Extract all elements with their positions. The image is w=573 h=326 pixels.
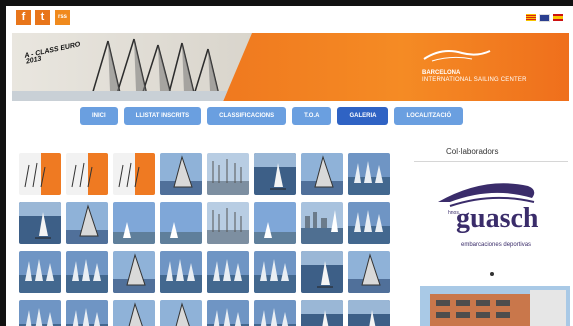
gallery-thumbnail[interactable] (19, 202, 61, 244)
gallery-thumbnail[interactable] (19, 153, 61, 195)
gallery-thumbnail[interactable] (207, 300, 249, 326)
sponsor-name[interactable]: guasch (456, 203, 538, 235)
gallery-thumbnail[interactable] (160, 202, 202, 244)
nav-localitzaci[interactable]: LOCALITZACIÓ (394, 107, 464, 125)
gallery-thumbnail[interactable] (160, 153, 202, 195)
page: f t rss A - CLASS EURO 2013 BARCELONA IN… (6, 6, 573, 326)
logo-line1: BARCELONA (422, 70, 461, 76)
banner-photo: A - CLASS EURO 2013 (12, 33, 252, 101)
gallery-thumbnail[interactable] (66, 300, 108, 326)
gallery-thumbnail[interactable] (113, 202, 155, 244)
rss-icon[interactable]: rss (55, 10, 70, 25)
spanish-flag-icon[interactable] (553, 14, 563, 21)
gallery-thumbnail[interactable] (301, 300, 343, 326)
sailing-center-logo-icon (423, 50, 491, 62)
gallery-thumbnail[interactable] (254, 202, 296, 244)
gallery-thumbnail[interactable] (113, 153, 155, 195)
nav-llistat-inscrits[interactable]: LLISTAT INSCRITS (123, 107, 202, 125)
gallery-thumbnail[interactable] (66, 251, 108, 293)
nav-inici[interactable]: INICI (80, 107, 118, 125)
language-flags (526, 14, 563, 22)
gallery-thumbnail[interactable] (160, 300, 202, 326)
carousel-dot[interactable] (490, 272, 494, 276)
nav-galeria[interactable]: GALERIA (337, 107, 389, 125)
gallery-thumbnail[interactable] (66, 153, 108, 195)
gallery-thumbnail[interactable] (301, 251, 343, 293)
nav-t-o-a[interactable]: T.O.A (292, 107, 332, 125)
uk-flag-icon[interactable] (539, 14, 550, 22)
facebook-icon[interactable]: f (16, 10, 31, 25)
top-strip: f t rss (6, 6, 573, 28)
gallery-thumbnail[interactable] (254, 251, 296, 293)
logo-line2: INTERNATIONAL SAILING CENTER (422, 77, 527, 83)
gallery-thumbnail[interactable] (113, 251, 155, 293)
gallery-thumbnail[interactable] (207, 153, 249, 195)
gallery-thumbnail[interactable] (207, 251, 249, 293)
sponsor-building-photo[interactable] (420, 286, 570, 326)
nav-classificacions[interactable]: CLASSIFICACIONS (207, 107, 287, 125)
gallery-thumbnail[interactable] (254, 300, 296, 326)
gallery-thumbnail[interactable] (113, 300, 155, 326)
gallery-thumbnail[interactable] (19, 300, 61, 326)
sidebar-divider (414, 161, 568, 162)
gallery-thumbnail[interactable] (301, 153, 343, 195)
gallery-thumbnail[interactable] (160, 251, 202, 293)
sailboats-illustration (12, 38, 252, 101)
sponsor-tagline: embarcaciones deportivas (461, 242, 532, 248)
gallery-thumbnail[interactable] (348, 300, 390, 326)
gallery-thumbnail[interactable] (254, 153, 296, 195)
photo-gallery (19, 153, 401, 326)
main-nav: INICI LLISTAT INSCRITS CLASSIFICACIONS T.O.… (80, 107, 464, 125)
sidebar-title: Col·laboradors (446, 147, 499, 156)
gallery-thumbnail[interactable] (19, 251, 61, 293)
gallery-thumbnail[interactable] (66, 202, 108, 244)
gallery-thumbnail[interactable] (348, 202, 390, 244)
twitter-icon[interactable]: t (35, 10, 50, 25)
gallery-thumbnail[interactable] (348, 153, 390, 195)
header-banner: A - CLASS EURO 2013 BARCELONA INTERNATIO… (12, 33, 569, 101)
gallery-thumbnail[interactable] (301, 202, 343, 244)
catalan-flag-icon[interactable] (526, 14, 536, 21)
gallery-thumbnail[interactable] (207, 202, 249, 244)
gallery-thumbnail[interactable] (348, 251, 390, 293)
